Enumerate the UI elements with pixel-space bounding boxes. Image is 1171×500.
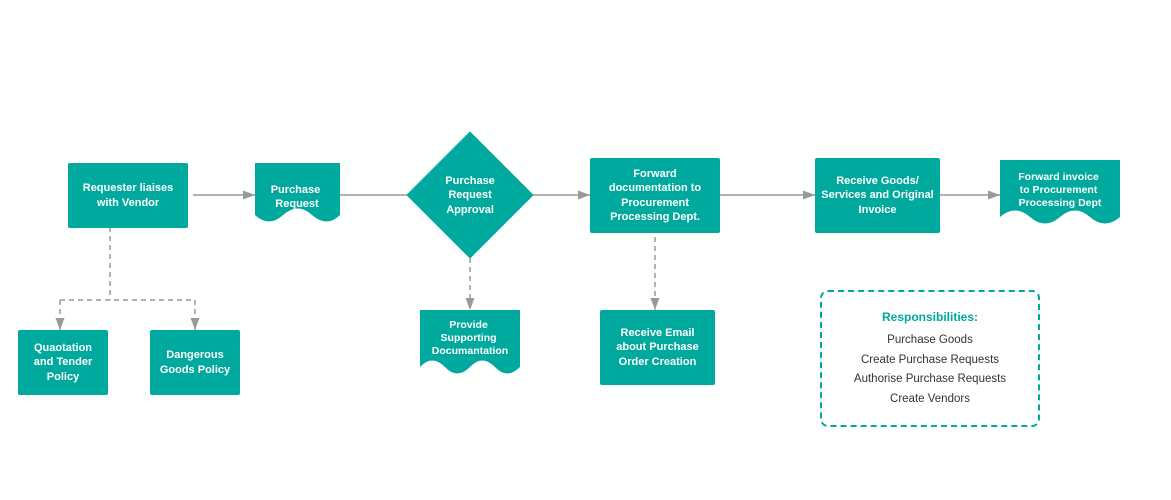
forward-invoice-node: Forward invoice to Procurement Processin… — [1000, 160, 1120, 230]
dangerous-goods-node: Dangerous Goods Policy — [150, 330, 240, 395]
responsibility-item-1: Purchase Goods — [842, 331, 1018, 351]
svg-text:Forward invoice to Pro: Forward invoice to Procurement Processin… — [1018, 171, 1102, 209]
purchase-request-approval-node: Purchase Request Approval — [406, 131, 533, 258]
responsibility-item-3: Authorise Purchase Requests — [842, 370, 1018, 390]
provide-supporting-node: Provide Supporting Documantation — [420, 310, 520, 380]
receive-email-node: Receive Email about Purchase Order Creat… — [600, 310, 715, 385]
quotation-node: Quaotation and Tender Policy — [18, 330, 108, 395]
requester-node: Requester liaises with Vendor — [68, 163, 188, 228]
responsibility-item-4: Create Vendors — [842, 390, 1018, 410]
responsibilities-title: Responsibilities: — [842, 307, 1018, 327]
responsibility-item-2: Create Purchase Requests — [842, 351, 1018, 371]
forward-documentation-node: Forward documentation to Procurement Pro… — [590, 158, 720, 233]
responsibilities-box: Responsibilities: Purchase Goods Create … — [820, 290, 1040, 427]
receive-goods-node: Receive Goods/ Services and Original Inv… — [815, 158, 940, 233]
purchase-request-node: Purchase Request — [255, 163, 340, 228]
